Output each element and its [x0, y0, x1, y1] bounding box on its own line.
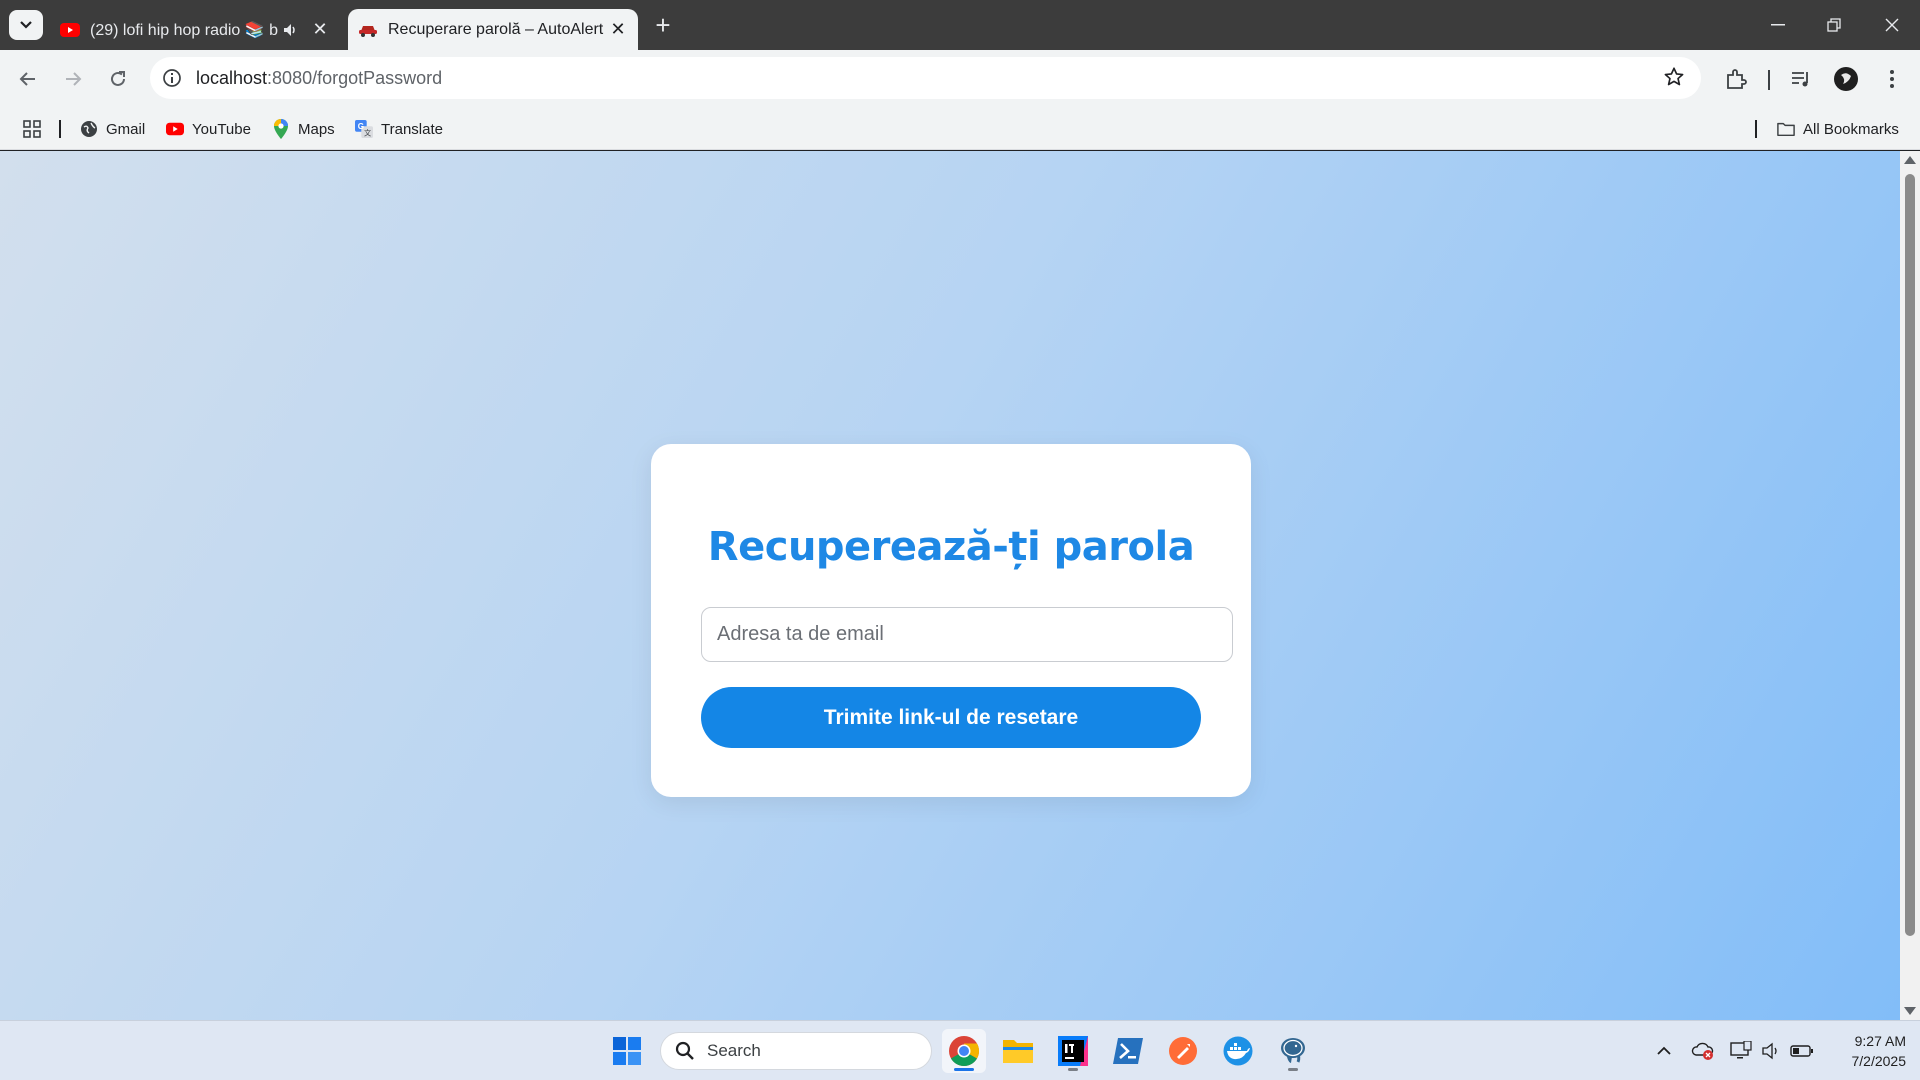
taskbar-search-label: Search	[707, 1041, 761, 1060]
extensions-icon[interactable]	[1722, 65, 1750, 93]
browser-toolbar: localhost:8080/forgotPassword	[0, 50, 1920, 108]
bookmarks-divider	[1755, 120, 1757, 138]
windows-taskbar: Search 9:27 AM 7/2/2025	[0, 1020, 1920, 1080]
reload-button[interactable]	[102, 63, 134, 95]
email-field[interactable]	[701, 607, 1233, 662]
network-icon[interactable]	[1729, 1039, 1753, 1063]
bookmark-label: Maps	[298, 120, 335, 138]
postman-icon[interactable]	[1161, 1029, 1205, 1073]
chevron-up-icon[interactable]	[1652, 1039, 1676, 1063]
new-tab-button[interactable]: +	[648, 12, 678, 40]
bookmark-youtube[interactable]: YouTube	[166, 118, 251, 140]
chevron-down-icon	[20, 21, 32, 29]
postgresql-icon[interactable]	[1271, 1029, 1315, 1073]
docker-icon[interactable]	[1216, 1029, 1260, 1073]
running-indicator	[954, 1068, 974, 1071]
url-text[interactable]: localhost:8080/forgotPassword	[196, 68, 442, 89]
avatar[interactable]	[1832, 65, 1860, 93]
address-bar[interactable]: localhost:8080/forgotPassword	[150, 57, 1701, 99]
bookmark-gmail[interactable]: Gmail	[80, 118, 145, 140]
battery-icon[interactable]	[1790, 1039, 1814, 1063]
url-host: localhost	[196, 67, 268, 88]
bookmarks-divider	[59, 120, 61, 138]
taskbar-search[interactable]: Search	[660, 1032, 932, 1070]
scroll-up-arrow-icon[interactable]	[1904, 156, 1916, 164]
arrow-right-icon	[66, 72, 82, 86]
browser-titlebar: (29) lofi hip hop radio 📚 beats to relax…	[0, 0, 1920, 50]
apps-grid-icon[interactable]	[22, 118, 42, 140]
scroll-thumb[interactable]	[1905, 174, 1915, 936]
clock-time: 9:27 AM	[1854, 1033, 1906, 1049]
bookmark-star-icon[interactable]	[1663, 66, 1687, 90]
file-explorer-icon[interactable]	[996, 1029, 1040, 1073]
bookmarks-bar: Gmail YouTube Maps G文 Translate All Book…	[0, 108, 1920, 150]
all-bookmarks-label: All Bookmarks	[1803, 120, 1899, 138]
running-indicator	[1068, 1068, 1078, 1071]
bookmark-label: Gmail	[106, 120, 146, 138]
restore-icon	[1827, 18, 1841, 32]
svg-text:G: G	[358, 122, 364, 131]
windows-start-icon[interactable]	[605, 1029, 649, 1073]
url-path: :8080/forgotPassword	[267, 67, 443, 88]
speaker-icon[interactable]	[278, 18, 302, 42]
close-icon	[1885, 18, 1899, 32]
page-title: Recuperează-ți parola	[707, 524, 1195, 570]
page-scrollbar[interactable]	[1900, 151, 1920, 1020]
clock-date: 7/2/2025	[1851, 1053, 1907, 1069]
tab-title: Recuperare parolă – AutoAlert	[388, 20, 604, 38]
folder-icon	[1777, 120, 1795, 138]
forgot-password-card: Recuperează-ți parola Trimite link-ul de…	[651, 444, 1251, 797]
bookmark-label: YouTube	[192, 120, 251, 138]
minimize-button[interactable]	[1750, 0, 1806, 50]
onedrive-error-icon[interactable]	[1691, 1039, 1715, 1063]
all-bookmarks-button[interactable]: All Bookmarks	[1777, 118, 1899, 140]
bookmark-translate[interactable]: G文 Translate	[355, 118, 443, 140]
tab-title: (29) lofi hip hop radio 📚 beats to relax…	[90, 21, 278, 39]
back-button[interactable]	[12, 63, 44, 95]
volume-icon[interactable]	[1759, 1039, 1783, 1063]
close-window-button[interactable]	[1864, 0, 1920, 50]
search-icon	[673, 1039, 697, 1063]
scroll-down-arrow-icon[interactable]	[1904, 1007, 1916, 1015]
toolbar-divider	[1768, 70, 1770, 90]
chrome-icon[interactable]	[942, 1029, 986, 1073]
maps-pin-icon	[272, 119, 290, 139]
more-menu-icon[interactable]	[1878, 65, 1906, 93]
bookmark-maps[interactable]: Maps	[272, 118, 335, 140]
restore-button[interactable]	[1806, 0, 1862, 50]
car-icon	[358, 20, 378, 40]
minimize-icon	[1771, 24, 1785, 26]
powershell-icon[interactable]	[1106, 1029, 1150, 1073]
intellij-icon[interactable]	[1051, 1029, 1095, 1073]
tab-search-button[interactable]	[9, 10, 43, 40]
send-reset-link-button[interactable]: Trimite link-ul de resetare	[701, 687, 1201, 748]
close-tab-icon[interactable]: ✕	[308, 18, 332, 42]
forward-button[interactable]	[57, 63, 89, 95]
media-control-icon[interactable]	[1787, 65, 1815, 93]
running-indicator	[1288, 1068, 1298, 1071]
bookmark-label: Translate	[381, 120, 443, 138]
svg-text:文: 文	[364, 128, 371, 137]
page-viewport: Recuperează-ți parola Trimite link-ul de…	[0, 151, 1900, 1020]
youtube-icon	[166, 120, 184, 138]
arrow-left-icon	[19, 72, 35, 86]
tab-autoalert[interactable]: Recuperare parolă – AutoAlert ✕	[348, 9, 638, 50]
tab-youtube[interactable]: (29) lofi hip hop radio 📚 beats to relax…	[52, 9, 340, 50]
globe-icon	[80, 120, 98, 138]
youtube-icon	[60, 20, 80, 40]
system-clock[interactable]: 9:27 AM 7/2/2025	[1826, 1031, 1907, 1071]
reload-icon	[111, 71, 125, 86]
translate-icon: G文	[355, 120, 373, 138]
close-tab-icon[interactable]: ✕	[606, 18, 630, 42]
site-info-icon[interactable]	[160, 66, 184, 90]
